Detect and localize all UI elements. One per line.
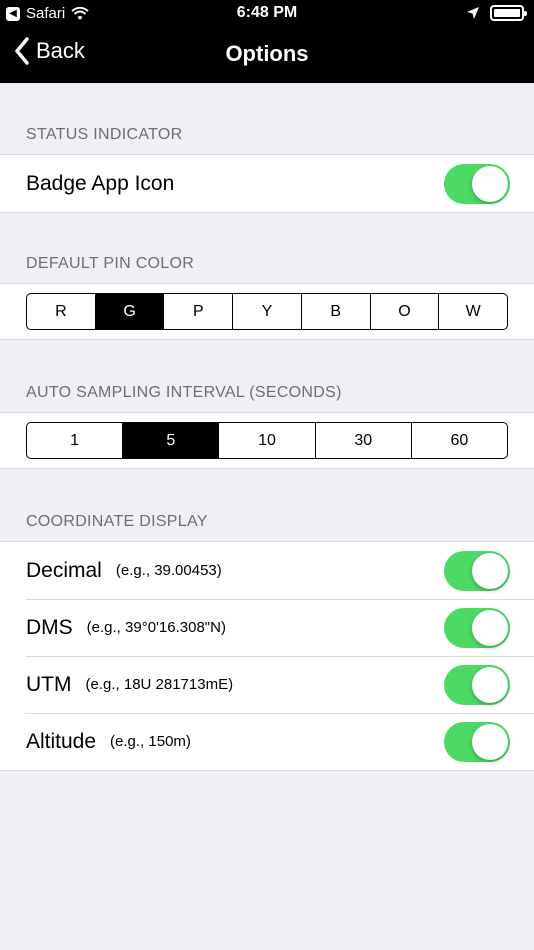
badge-app-icon-toggle[interactable] [444, 164, 510, 204]
coordinate-label: UTM [26, 672, 72, 696]
pin-color-segment-o[interactable]: O [369, 294, 439, 329]
coordinate-example-hint: (e.g., 150m) [110, 733, 191, 750]
coordinate-row-decimal: Decimal (e.g., 39.00453) [0, 542, 534, 599]
navigation-bar: Back Options [0, 28, 534, 83]
coordinate-toggle-decimal[interactable] [444, 551, 510, 591]
section-header-status-indicator: STATUS INDICATOR [26, 126, 183, 143]
sampling-interval-segmented-control: 1 5 10 30 60 [26, 422, 508, 459]
status-time: 6:48 PM [236, 4, 298, 21]
toggle-knob [472, 166, 508, 202]
pin-color-segment-b[interactable]: B [300, 294, 370, 329]
coordinate-example-hint: (e.g., 39°0'16.308"N) [86, 619, 226, 636]
battery-icon [490, 5, 527, 21]
status-right [466, 5, 527, 21]
badge-app-icon-row: Badge App Icon [0, 155, 534, 212]
coordinate-display-group: Decimal (e.g., 39.00453) DMS (e.g., 39°0'16… [0, 541, 534, 771]
sampling-interval-segment-60[interactable]: 60 [410, 423, 507, 458]
sampling-group: 1 5 10 30 60 [0, 412, 534, 469]
pin-color-segmented-control: RGPYBOW [26, 293, 508, 330]
toggle-knob [472, 553, 508, 589]
coordinate-row-altitude: Altitude (e.g., 150m) [0, 713, 534, 770]
location-arrow-icon [467, 7, 479, 19]
sampling-interval-segment-10[interactable]: 10 [218, 423, 314, 458]
pin-color-segment-r[interactable]: R [27, 294, 95, 329]
pin-color-segment-y[interactable]: Y [232, 294, 301, 329]
coordinate-row-utm: UTM (e.g., 18U 281713mE) [0, 656, 534, 713]
pin-color-segment-g[interactable]: G [94, 294, 164, 329]
page-title: Options [225, 41, 309, 66]
toggle-knob [472, 667, 508, 703]
coordinate-label: Decimal [26, 558, 102, 582]
top-bar: ◀ Safari 6:48 PM Back Options [0, 0, 534, 83]
sampling-interval-segment-30[interactable]: 30 [314, 423, 411, 458]
sampling-interval-segment-5[interactable]: 5 [122, 423, 219, 458]
pin-color-segment-p[interactable]: P [163, 294, 232, 329]
pin-color-group: RGPYBOW [0, 283, 534, 340]
badge-app-icon-label: Badge App Icon [26, 171, 175, 195]
toggle-knob [472, 610, 508, 646]
status-indicator-group: Badge App Icon [0, 154, 534, 213]
section-header-coordinate-display: COORDINATE DISPLAY [26, 513, 208, 530]
coordinate-toggle-altitude[interactable] [444, 722, 510, 762]
coordinate-label: DMS [26, 615, 73, 639]
sampling-interval-segment-1[interactable]: 1 [27, 423, 122, 458]
coordinate-toggle-utm[interactable] [444, 665, 510, 705]
coordinate-row-dms: DMS (e.g., 39°0'16.308"N) [0, 599, 534, 656]
section-header-pin-color: DEFAULT PIN COLOR [26, 255, 195, 272]
status-bar: ◀ Safari 6:48 PM [0, 0, 534, 28]
pin-color-segment-w[interactable]: W [438, 294, 507, 329]
coordinate-example-hint: (e.g., 18U 281713mE) [85, 676, 234, 693]
section-header-sampling: AUTO SAMPLING INTERVAL (SECONDS) [26, 384, 342, 401]
coordinate-label: Altitude [26, 729, 97, 753]
toggle-knob [472, 724, 508, 760]
coordinate-toggle-dms[interactable] [444, 608, 510, 648]
coordinate-example-hint: (e.g., 39.00453) [115, 562, 222, 579]
